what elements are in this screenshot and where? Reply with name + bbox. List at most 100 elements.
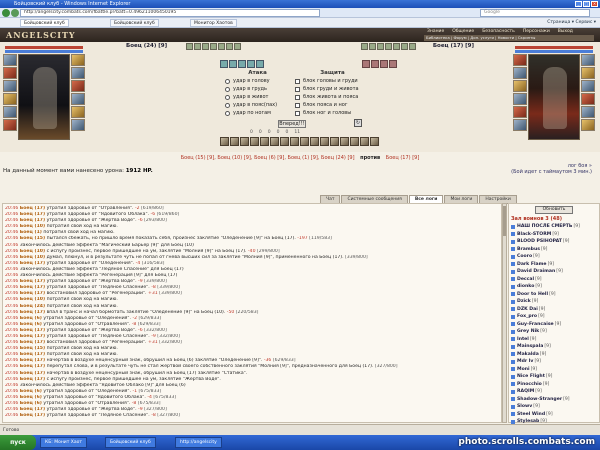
player-name[interactable]: Pinocchio (517, 382, 542, 387)
player-item[interactable]: Intel [9] (511, 336, 597, 344)
player-item[interactable]: Brambus [9] (511, 246, 597, 254)
bracer-slot[interactable] (3, 119, 17, 131)
log-fighter-name[interactable]: Боец (17) (20, 261, 45, 266)
skill-icon[interactable] (270, 137, 279, 146)
site-logo[interactable]: ANGELSCITY (6, 30, 76, 40)
bracer-slot[interactable] (513, 119, 527, 131)
browser-tools-menu[interactable]: Страница ▾ Сервис ▾ (547, 19, 596, 27)
player-name[interactable]: Cooro (517, 254, 532, 259)
tab-fight-club-1[interactable]: Бойцовский клуб (20, 19, 69, 27)
player-item[interactable]: Pinocchio [9] (511, 381, 597, 389)
player-name[interactable]: Slowv (517, 404, 532, 409)
log-fighter-name[interactable]: Боец (24) (20, 304, 45, 309)
refresh-button[interactable]: Обновить (535, 206, 573, 214)
player-item[interactable]: Mainspala [9] (511, 343, 597, 351)
skill-icon[interactable] (330, 137, 339, 146)
defense-option-stomach-belt[interactable]: блок живота и пояса (295, 93, 370, 101)
back-icon[interactable] (2, 9, 10, 17)
left-team[interactable]: Боец (15) [9], Боец (10) [9], Боец (6) [… (181, 155, 355, 161)
player-item[interactable]: Steel Wind [9] (511, 411, 597, 419)
skill-icon[interactable] (280, 137, 289, 146)
checkbox-icon[interactable] (295, 86, 300, 92)
player-name[interactable]: RAQIM (517, 389, 534, 394)
player-item[interactable]: David Draiman [9] (511, 268, 597, 276)
attack-option-head[interactable]: удар в голову (225, 77, 290, 85)
skill-icon[interactable] (290, 137, 299, 146)
player-name[interactable]: Guy-Francaise (517, 322, 554, 327)
earring-slot[interactable] (581, 119, 595, 131)
attack-option-stomach[interactable]: удар в живот (225, 93, 290, 101)
boots-slot[interactable] (581, 106, 595, 118)
player-item[interactable]: Cooro [9] (511, 253, 597, 261)
log-fighter-name[interactable]: Боец (17) (20, 413, 45, 418)
maximize-icon[interactable]: □ (583, 1, 590, 7)
log-fighter-name[interactable]: Боец (17) (20, 328, 45, 333)
player-item[interactable]: Dzick [9] (511, 298, 597, 306)
skill-icon[interactable] (240, 137, 249, 146)
log-fighter-name[interactable]: Боец (10) (20, 297, 45, 302)
player-item[interactable]: DZK Dai [9] (511, 306, 597, 314)
search-input[interactable]: Google (480, 9, 590, 17)
defense-option-head-chest[interactable]: блок головы и груди (295, 77, 370, 85)
defense-option-legs-head[interactable]: блок ног и головы (295, 109, 370, 117)
skill-icon[interactable] (340, 137, 349, 146)
checkbox-icon[interactable] (295, 102, 300, 108)
forward-button[interactable]: Вперед!!! (278, 120, 306, 128)
defense-option-belt-legs[interactable]: блок пояса и ног (295, 101, 370, 109)
skill-icon[interactable] (360, 137, 369, 146)
attack-option-chest[interactable]: удар в грудь (225, 85, 290, 93)
taskbar-item[interactable]: Бойцовский клуб (105, 437, 156, 448)
url-input[interactable]: http://angelscity.combats.com/fbattle.pl… (20, 9, 320, 17)
log-fighter-name[interactable]: Боец (6) (20, 322, 42, 327)
log-fighter-name[interactable]: Боец (15) (20, 236, 45, 241)
player-name[interactable]: НАШ ПОСЛЕ СМЕРТЬ (517, 224, 572, 229)
player-name[interactable]: Intel (517, 337, 529, 342)
player-name[interactable]: Dark Flame (517, 262, 547, 267)
player-name[interactable]: Mainspala (517, 344, 543, 349)
player-item[interactable]: Fox_pro [9] (511, 313, 597, 321)
player-name[interactable]: Nice Flight (517, 374, 545, 379)
player-name[interactable]: dionko (517, 284, 534, 289)
log-fighter-name[interactable]: Боец (6) (20, 395, 42, 400)
player-item[interactable]: Moni [9] (511, 366, 597, 374)
earring-slot[interactable] (71, 119, 85, 131)
log-fighter-name[interactable]: Боец (17) (20, 206, 45, 211)
refresh-icon[interactable]: ↻ (354, 119, 362, 127)
player-item[interactable]: BLOOD PSIHOPAT [9] (511, 238, 597, 246)
site-subnav[interactable]: Библиотека | Форум | Доп. услуги | Новос… (424, 35, 594, 41)
attack-option-legs[interactable]: удар по ногам (225, 109, 290, 117)
player-name[interactable]: Shadow-Stranger (517, 397, 562, 402)
weapon-slot[interactable] (513, 80, 527, 92)
log-fighter-name[interactable]: Боец (17) (20, 407, 45, 412)
skill-icon[interactable] (230, 137, 239, 146)
shield-slot[interactable] (71, 80, 85, 92)
log-fighter-name[interactable]: Боец (10) (20, 224, 45, 229)
player-item[interactable]: Black-STORM [9] (511, 231, 597, 239)
radio-icon[interactable] (225, 110, 230, 116)
player-name[interactable]: Brambus (517, 247, 540, 252)
player-item[interactable]: НАШ ПОСЛЕ СМЕРТЬ [9] (511, 223, 597, 231)
player-item[interactable]: Mdr Iv [9] (511, 358, 597, 366)
attack-option-belt[interactable]: удар в пояс(пах) (225, 101, 290, 109)
player-name[interactable]: Makalda (517, 352, 539, 357)
player-name[interactable]: Steel Wind (517, 412, 545, 417)
log-fighter-name[interactable]: Боец (17) (20, 340, 45, 345)
start-button[interactable]: пуск (0, 435, 36, 450)
player-item[interactable]: Deccal [9] (511, 276, 597, 284)
gloves-slot[interactable] (71, 67, 85, 79)
ring-slot[interactable] (581, 54, 595, 66)
player-name[interactable]: Fox_pro (517, 314, 537, 319)
log-scrollbar[interactable] (502, 203, 507, 423)
player-name[interactable]: Dzick (517, 299, 531, 304)
amulet-slot[interactable] (3, 67, 17, 79)
player-name[interactable]: Black-STORM (517, 232, 551, 237)
helmet-slot[interactable] (513, 54, 527, 66)
log-fighter-name[interactable]: Боец (17) (20, 377, 45, 382)
log-fighter-name[interactable]: Боец (15) (20, 346, 45, 351)
armor-slot[interactable] (3, 93, 17, 105)
checkbox-icon[interactable] (295, 110, 300, 116)
minimize-icon[interactable]: _ (575, 1, 582, 7)
log-fighter-name[interactable]: Боец (17) (20, 291, 45, 296)
skill-icon[interactable] (310, 137, 319, 146)
log-fighter-name[interactable]: Боец (6) (20, 401, 42, 406)
